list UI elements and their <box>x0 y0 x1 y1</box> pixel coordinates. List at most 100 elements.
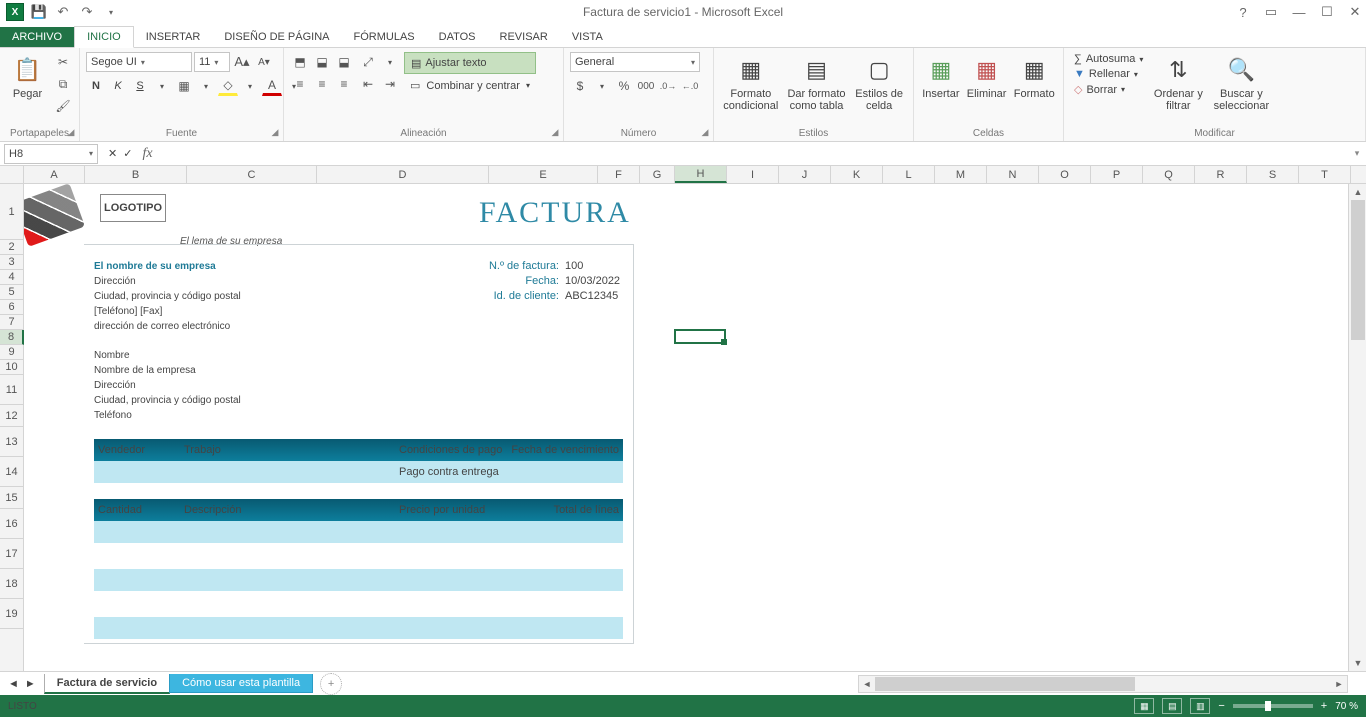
column-header[interactable]: E <box>489 166 598 183</box>
select-all-corner[interactable] <box>0 166 24 183</box>
orientation-icon[interactable]: ⤢ <box>358 52 378 72</box>
tab-page-layout[interactable]: DISEÑO DE PÁGINA <box>212 27 341 47</box>
align-bottom-icon[interactable]: ⬓ <box>334 52 354 72</box>
row-header[interactable]: 2 <box>0 240 23 255</box>
column-header[interactable]: D <box>317 166 489 183</box>
worksheet-grid[interactable]: LOGOTIPO FACTURA El lema de su empresa E… <box>24 184 1366 671</box>
undo-icon[interactable]: ↶ <box>52 1 74 23</box>
maximize-icon[interactable]: ☐ <box>1318 4 1336 20</box>
row-header[interactable]: 19 <box>0 599 23 629</box>
autosum-button[interactable]: ∑Autosuma▾ <box>1070 52 1147 66</box>
clear-button[interactable]: ◇Borrar▾ <box>1070 82 1147 97</box>
align-top-icon[interactable]: ⬒ <box>290 52 310 72</box>
alignment-dialog-launcher[interactable]: ◢ <box>549 127 561 139</box>
normal-view-icon[interactable]: ▦ <box>1134 698 1154 714</box>
font-dialog-launcher[interactable]: ◢ <box>269 127 281 139</box>
minimize-icon[interactable]: — <box>1290 5 1308 20</box>
close-icon[interactable]: ✕ <box>1346 4 1364 20</box>
tab-data[interactable]: DATOS <box>427 27 488 47</box>
zoom-level[interactable]: 70 % <box>1335 701 1358 712</box>
font-size-combo[interactable]: 11▾ <box>194 52 230 72</box>
insert-cells-button[interactable]: ▦Insertar <box>920 52 962 100</box>
column-header[interactable]: S <box>1247 166 1299 183</box>
scroll-right-icon[interactable]: ► <box>1331 679 1347 689</box>
column-header[interactable]: I <box>727 166 779 183</box>
fill-button[interactable]: ▼Rellenar▾ <box>1070 67 1147 81</box>
row-header[interactable]: 1 <box>0 184 23 240</box>
border-icon[interactable]: ▦ <box>174 76 194 96</box>
column-header[interactable]: K <box>831 166 883 183</box>
row-header[interactable]: 4 <box>0 270 23 285</box>
redo-icon[interactable]: ↷ <box>76 1 98 23</box>
add-sheet-button[interactable]: + <box>320 673 342 695</box>
zoom-out-button[interactable]: − <box>1218 700 1224 712</box>
page-break-view-icon[interactable]: ▥ <box>1190 698 1210 714</box>
wrap-text-button[interactable]: ▤ Ajustar texto <box>404 52 536 74</box>
fx-icon[interactable]: fx <box>142 146 152 162</box>
row-header[interactable]: 7 <box>0 315 23 330</box>
column-header[interactable]: M <box>935 166 987 183</box>
row-header[interactable]: 18 <box>0 569 23 599</box>
scroll-down-icon[interactable]: ▼ <box>1349 655 1366 671</box>
sort-filter-button[interactable]: ⇅Ordenar y filtrar <box>1151 52 1205 112</box>
sheet-nav-next-icon[interactable]: ► <box>25 678 36 690</box>
row-header[interactable]: 15 <box>0 487 23 509</box>
increase-indent-icon[interactable]: ⇥ <box>380 74 400 94</box>
row-header[interactable]: 16 <box>0 509 23 539</box>
excel-app-icon[interactable]: X <box>4 1 26 23</box>
column-header[interactable]: Q <box>1143 166 1195 183</box>
align-right-icon[interactable]: ≡ <box>334 74 354 94</box>
row-header[interactable]: 17 <box>0 539 23 569</box>
row-header[interactable]: 6 <box>0 300 23 315</box>
column-header[interactable]: G <box>640 166 675 183</box>
formula-expand-icon[interactable]: ▾ <box>1348 148 1366 159</box>
scroll-thumb[interactable] <box>1351 200 1365 340</box>
column-header[interactable]: T <box>1299 166 1351 183</box>
delete-cells-button[interactable]: ▦Eliminar <box>966 52 1008 100</box>
ribbon-display-icon[interactable]: ▭ <box>1262 4 1280 20</box>
cell-styles-button[interactable]: ▢Estilos de celda <box>851 52 907 112</box>
row-header[interactable]: 13 <box>0 427 23 457</box>
zoom-slider[interactable] <box>1233 704 1313 708</box>
hscroll-thumb[interactable] <box>875 677 1135 691</box>
percent-icon[interactable]: % <box>614 76 634 96</box>
tab-view[interactable]: VISTA <box>560 27 615 47</box>
column-headers[interactable]: ABCDEFGHIJKLMNOPQRST <box>0 166 1366 184</box>
copy-icon[interactable]: ⧉ <box>53 74 73 94</box>
help-icon[interactable]: ? <box>1234 5 1252 20</box>
italic-button[interactable]: K <box>108 76 128 96</box>
qat-customize-icon[interactable]: ▾ <box>100 1 122 23</box>
column-header[interactable]: P <box>1091 166 1143 183</box>
underline-button[interactable]: S <box>130 76 150 96</box>
column-header[interactable]: F <box>598 166 640 183</box>
align-left-icon[interactable]: ≡ <box>290 74 310 94</box>
save-icon[interactable]: 💾 <box>28 1 50 23</box>
row-header[interactable]: 14 <box>0 457 23 487</box>
format-as-table-button[interactable]: ▤Dar formato como tabla <box>786 52 848 112</box>
column-header[interactable]: A <box>24 166 85 183</box>
font-color-icon[interactable]: A <box>262 76 282 96</box>
increase-font-icon[interactable]: A▴ <box>232 52 252 72</box>
align-middle-icon[interactable]: ⬓ <box>312 52 332 72</box>
page-layout-view-icon[interactable]: ▤ <box>1162 698 1182 714</box>
cancel-formula-icon[interactable]: ✕ <box>108 147 117 160</box>
enter-formula-icon[interactable]: ✓ <box>123 147 132 160</box>
horizontal-scrollbar[interactable]: ◄ ► <box>858 675 1348 693</box>
scroll-left-icon[interactable]: ◄ <box>859 679 875 689</box>
decrease-indent-icon[interactable]: ⇤ <box>358 74 378 94</box>
column-header[interactable]: J <box>779 166 831 183</box>
scroll-up-icon[interactable]: ▲ <box>1349 184 1366 200</box>
row-header[interactable]: 10 <box>0 360 23 375</box>
currency-icon[interactable]: $ <box>570 76 590 96</box>
find-select-button[interactable]: 🔍Buscar y seleccionar <box>1209 52 1273 112</box>
row-header[interactable]: 9 <box>0 345 23 360</box>
row-header[interactable]: 8 <box>0 330 24 345</box>
number-dialog-launcher[interactable]: ◢ <box>699 127 711 139</box>
zoom-in-button[interactable]: + <box>1321 700 1327 712</box>
decrease-font-icon[interactable]: A▾ <box>254 52 274 72</box>
tab-formulas[interactable]: FÓRMULAS <box>342 27 427 47</box>
formula-input[interactable] <box>161 144 1348 164</box>
font-family-combo[interactable]: Segoe UI▾ <box>86 52 192 72</box>
tab-review[interactable]: REVISAR <box>488 27 560 47</box>
align-center-icon[interactable]: ≡ <box>312 74 332 94</box>
